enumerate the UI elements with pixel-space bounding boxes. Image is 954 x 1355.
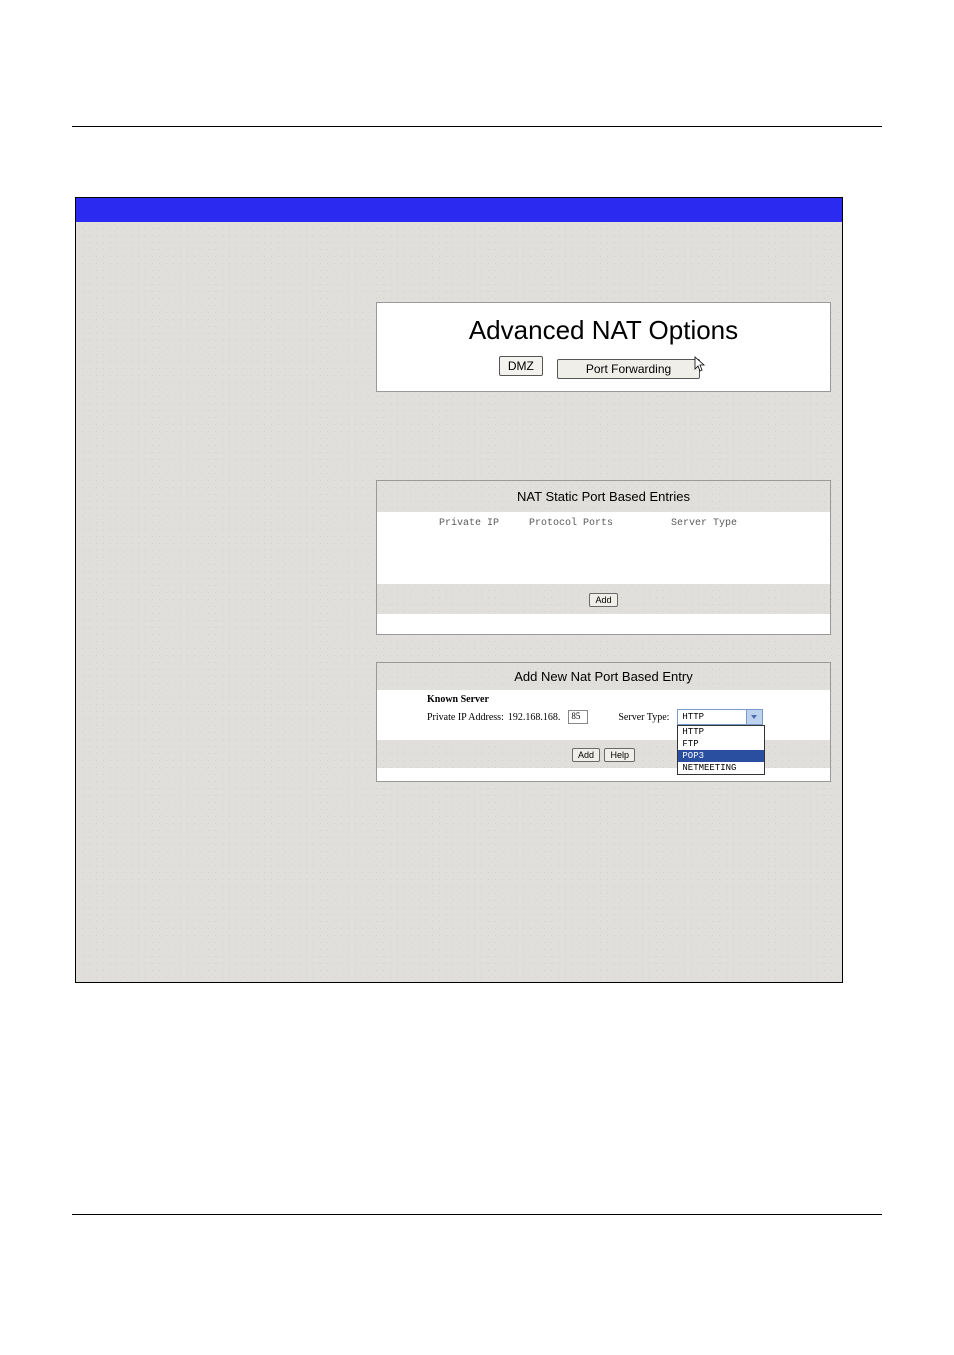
content-area: Advanced NAT Options DMZ Port Forwarding bbox=[76, 222, 842, 982]
window-titlebar bbox=[76, 198, 842, 222]
panel-title: Advanced NAT Options bbox=[377, 315, 830, 346]
server-type-dropdown[interactable]: HTTPFTPPOP3NETMEETING bbox=[677, 725, 765, 775]
server-type-option[interactable]: HTTP bbox=[678, 726, 764, 738]
add-entries-button[interactable]: Add bbox=[589, 593, 617, 607]
ip-last-octet-input[interactable]: 85 bbox=[568, 710, 588, 724]
port-forwarding-tab[interactable]: Port Forwarding bbox=[557, 359, 700, 379]
col-server-type: Server Type bbox=[671, 518, 737, 529]
server-type-select[interactable]: HTTP HTTPFTPPOP3NETMEETING bbox=[677, 709, 763, 725]
known-server-label: Known Server bbox=[427, 694, 830, 705]
nat-static-entries-panel: NAT Static Port Based Entries Private IP… bbox=[376, 480, 831, 635]
cursor-icon bbox=[694, 356, 708, 379]
col-private-ip: Private IP bbox=[439, 518, 499, 529]
server-type-selected: HTTP bbox=[677, 709, 747, 725]
server-type-label: Server Type: bbox=[618, 712, 669, 723]
private-ip-label: Private IP Address: bbox=[427, 712, 504, 723]
add-port-entry-panel: Add New Nat Port Based Entry Known Serve… bbox=[376, 662, 831, 782]
help-button[interactable]: Help bbox=[604, 748, 635, 762]
nat-static-entries-title: NAT Static Port Based Entries bbox=[377, 481, 830, 512]
server-type-option[interactable]: POP3 bbox=[678, 750, 764, 762]
ip-prefix: 192.168.168. bbox=[508, 712, 561, 723]
advanced-nat-panel: Advanced NAT Options DMZ Port Forwarding bbox=[376, 302, 831, 392]
screenshot-frame: Advanced NAT Options DMZ Port Forwarding bbox=[75, 197, 843, 983]
add-port-button[interactable]: Add bbox=[572, 748, 600, 762]
bottom-rule bbox=[72, 1214, 882, 1215]
add-port-entry-title: Add New Nat Port Based Entry bbox=[377, 663, 830, 690]
col-protocol-ports: Protocol Ports bbox=[529, 518, 613, 529]
server-type-option[interactable]: NETMEETING bbox=[678, 762, 764, 774]
dmz-tab[interactable]: DMZ bbox=[499, 356, 543, 376]
chevron-down-icon[interactable] bbox=[747, 709, 763, 725]
top-rule bbox=[72, 126, 882, 127]
server-type-option[interactable]: FTP bbox=[678, 738, 764, 750]
